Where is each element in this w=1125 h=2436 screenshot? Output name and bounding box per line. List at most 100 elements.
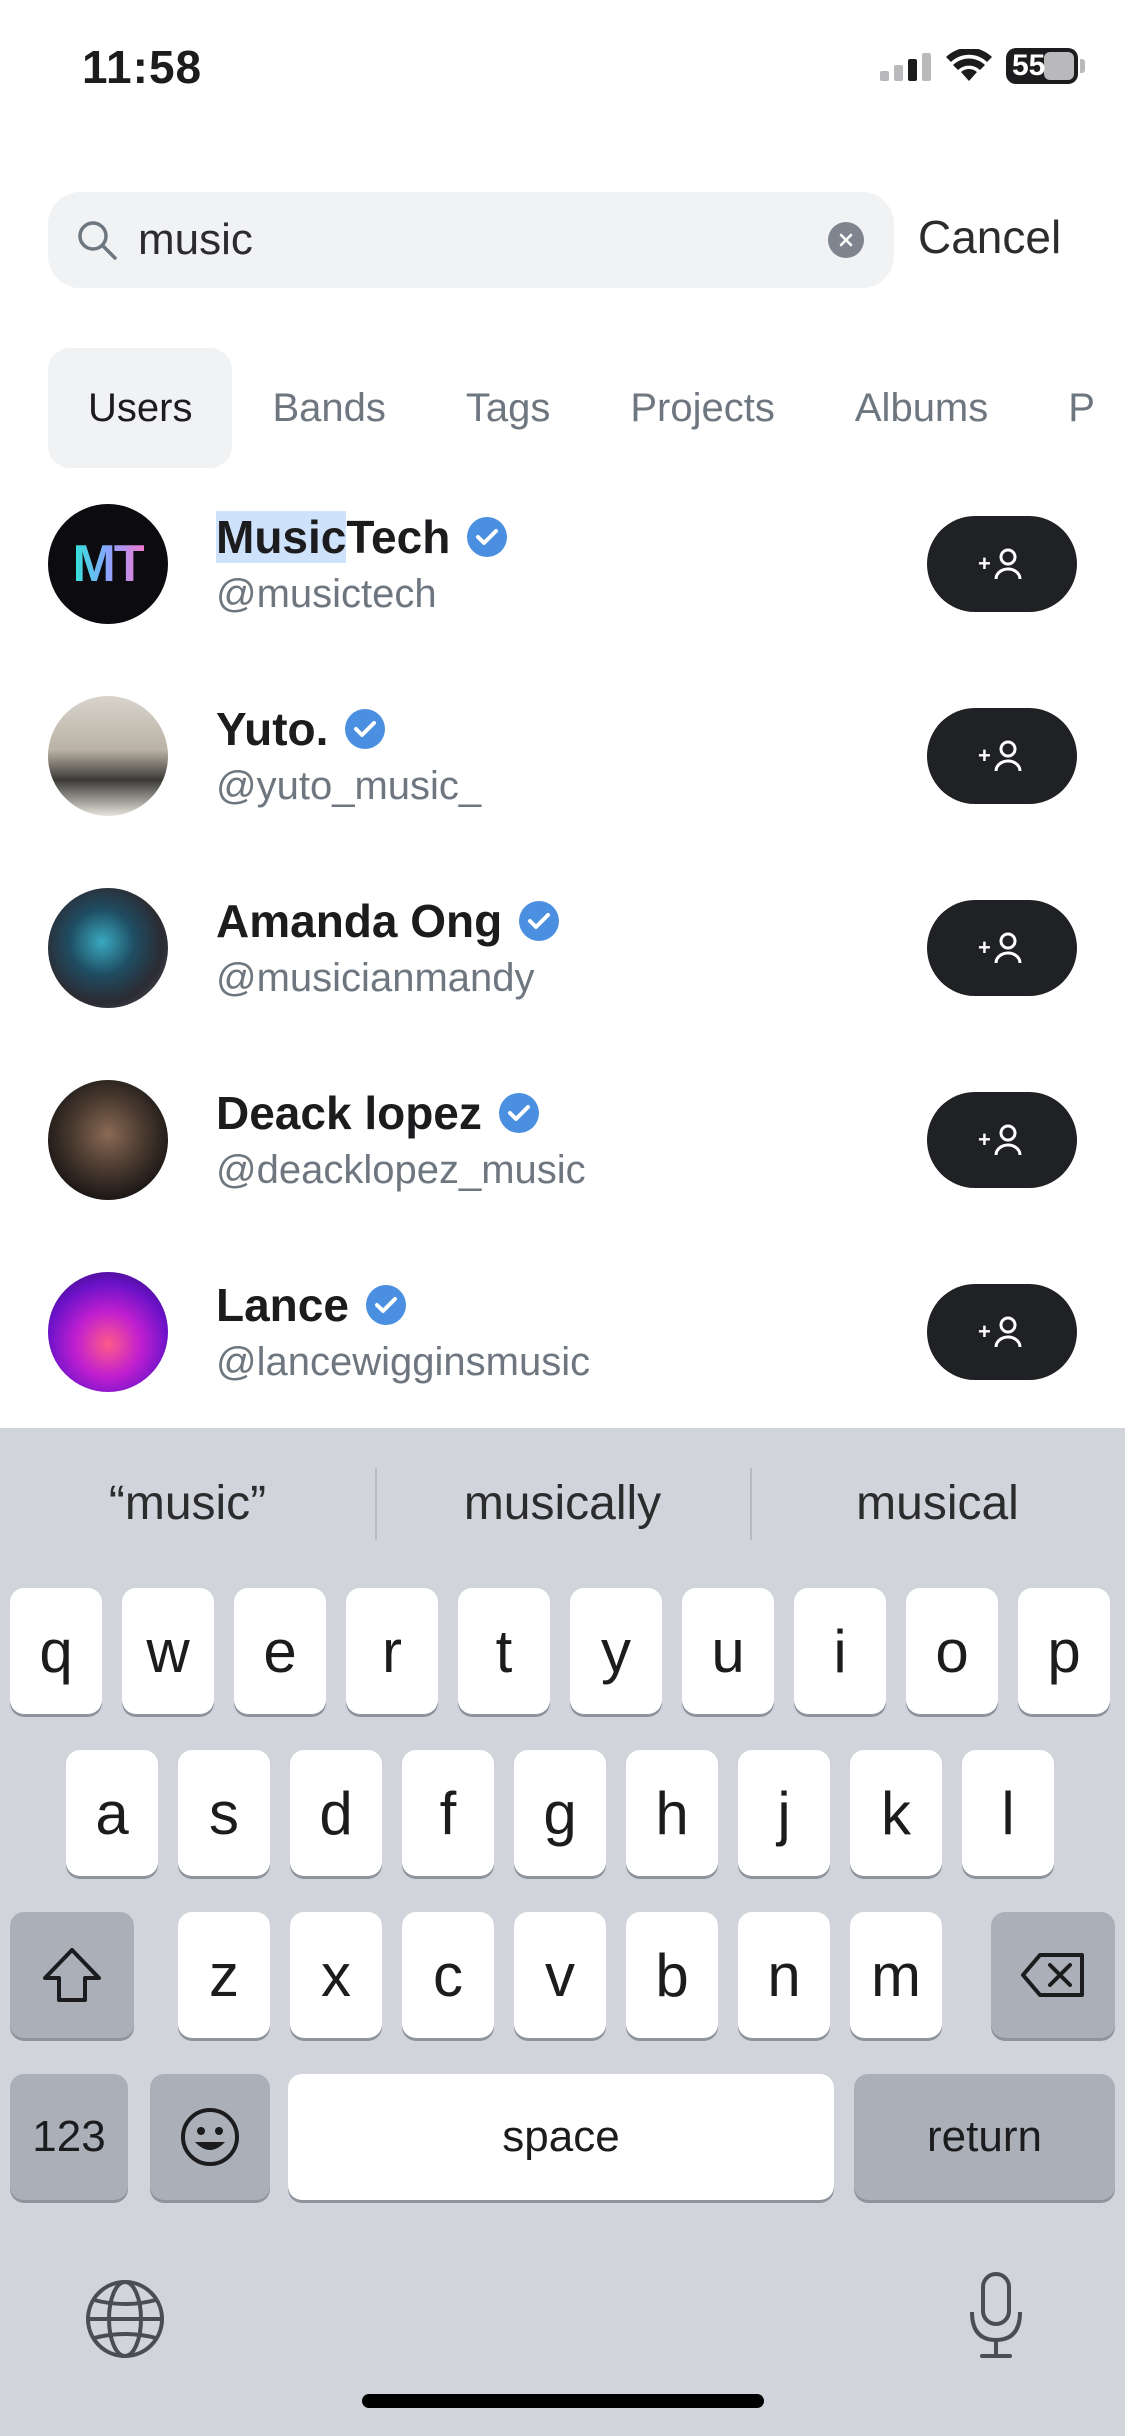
backspace-icon — [1021, 1953, 1084, 1997]
suggestion-item[interactable]: “music” — [0, 1476, 375, 1531]
key-y[interactable]: y — [570, 1588, 662, 1714]
avatar-logo: MT — [72, 535, 145, 593]
tab-users[interactable]: Users — [48, 348, 233, 468]
microphone-icon[interactable] — [966, 2270, 1026, 2367]
key-h[interactable]: h — [626, 1750, 718, 1876]
search-input[interactable] — [138, 215, 738, 265]
svg-text:+: + — [978, 1127, 991, 1152]
avatar — [48, 888, 168, 1008]
key-z[interactable]: z — [178, 1912, 270, 2038]
suggestion-bar: “music” musically musical — [0, 1428, 1125, 1578]
globe-icon[interactable] — [84, 2278, 166, 2365]
space-key[interactable]: space — [288, 2074, 834, 2200]
add-user-icon: + — [978, 1316, 1022, 1348]
tab-projects[interactable]: Projects — [590, 348, 815, 468]
verified-badge-icon — [498, 1093, 539, 1133]
user-handle: @musictech — [216, 572, 437, 616]
emoji-key[interactable] — [150, 2074, 270, 2200]
keyboard: “music” musically musical q w e r t y u … — [0, 1428, 1125, 2436]
user-handle: @yuto_music_ — [216, 764, 482, 808]
clear-search-icon[interactable] — [828, 222, 864, 258]
key-m[interactable]: m — [850, 1912, 942, 2038]
svg-text:+: + — [978, 743, 991, 768]
tab-bands[interactable]: Bands — [232, 348, 425, 468]
key-w[interactable]: w — [122, 1588, 214, 1714]
key-o[interactable]: o — [906, 1588, 998, 1714]
user-name: Lance — [216, 1278, 407, 1332]
key-a[interactable]: a — [66, 1750, 158, 1876]
user-handle: @musicianmandy — [216, 956, 535, 1000]
tab-albums[interactable]: Albums — [815, 348, 1028, 468]
follow-button[interactable]: + — [927, 708, 1077, 804]
avatar: MT — [48, 504, 168, 624]
key-c[interactable]: c — [402, 1912, 494, 2038]
numbers-key[interactable]: 123 — [10, 2074, 128, 2200]
key-u[interactable]: u — [682, 1588, 774, 1714]
user-name: Amanda Ong — [216, 894, 560, 948]
battery-icon: 55 — [1006, 48, 1078, 84]
avatar — [48, 1080, 168, 1200]
key-t[interactable]: t — [458, 1588, 550, 1714]
status-icons: 55 — [880, 48, 1085, 84]
user-row[interactable]: Deack lopez @deacklopez_music + — [0, 1044, 1125, 1236]
user-row[interactable]: Yuto. @yuto_music_ + — [0, 660, 1125, 852]
shift-icon — [43, 1948, 101, 2002]
search-bar[interactable] — [48, 192, 894, 288]
delete-key[interactable] — [991, 1912, 1115, 2038]
home-indicator — [362, 2394, 764, 2408]
key-e[interactable]: e — [234, 1588, 326, 1714]
avatar — [48, 696, 168, 816]
follow-button[interactable]: + — [927, 516, 1077, 612]
verified-badge-icon — [365, 1285, 406, 1325]
user-row[interactable]: Lance @lancewigginsmusic + — [0, 1236, 1125, 1428]
key-i[interactable]: i — [794, 1588, 886, 1714]
suggestion-item[interactable]: musical — [750, 1467, 1125, 1540]
search-category-tabs: Users Bands Tags Projects Albums P — [48, 348, 1125, 468]
user-handle: @lancewigginsmusic — [216, 1340, 591, 1384]
follow-button[interactable]: + — [927, 900, 1077, 996]
verified-badge-icon — [345, 709, 386, 749]
user-name: Yuto. — [216, 702, 386, 756]
user-handle: @deacklopez_music — [216, 1148, 586, 1192]
follow-button[interactable]: + — [927, 1092, 1077, 1188]
key-f[interactable]: f — [402, 1750, 494, 1876]
tab-partial[interactable]: P — [1028, 348, 1125, 468]
key-r[interactable]: r — [346, 1588, 438, 1714]
key-v[interactable]: v — [514, 1912, 606, 2038]
svg-text:+: + — [978, 935, 991, 960]
battery-level: 55 — [1012, 49, 1046, 82]
return-key[interactable]: return — [854, 2074, 1115, 2200]
key-j[interactable]: j — [738, 1750, 830, 1876]
user-row[interactable]: MT MusicTech @musictech + — [0, 468, 1125, 660]
svg-text:+: + — [978, 1319, 991, 1344]
key-x[interactable]: x — [290, 1912, 382, 2038]
suggestion-item[interactable]: musically — [375, 1467, 750, 1540]
user-row[interactable]: Amanda Ong @musicianmandy + — [0, 852, 1125, 1044]
key-k[interactable]: k — [850, 1750, 942, 1876]
status-time: 11:58 — [82, 41, 203, 93]
key-n[interactable]: n — [738, 1912, 830, 2038]
verified-badge-icon — [467, 517, 508, 557]
key-b[interactable]: b — [626, 1912, 718, 2038]
user-name: MusicTech — [216, 510, 508, 564]
svg-text:+: + — [978, 551, 991, 576]
cancel-button[interactable]: Cancel — [918, 210, 1061, 264]
key-s[interactable]: s — [178, 1750, 270, 1876]
key-l[interactable]: l — [962, 1750, 1054, 1876]
emoji-icon — [181, 2108, 239, 2166]
signal-icon — [880, 53, 931, 81]
add-user-icon: + — [978, 740, 1022, 772]
key-p[interactable]: p — [1018, 1588, 1110, 1714]
verified-badge-icon — [519, 901, 560, 941]
add-user-icon: + — [978, 548, 1022, 580]
shift-key[interactable] — [10, 1912, 134, 2038]
tab-tags[interactable]: Tags — [426, 348, 591, 468]
avatar — [48, 1272, 168, 1392]
key-d[interactable]: d — [290, 1750, 382, 1876]
follow-button[interactable]: + — [927, 1284, 1077, 1380]
user-name: Deack lopez — [216, 1086, 540, 1140]
wifi-icon — [946, 49, 992, 81]
key-q[interactable]: q — [10, 1588, 102, 1714]
key-g[interactable]: g — [514, 1750, 606, 1876]
add-user-icon: + — [978, 1124, 1022, 1156]
